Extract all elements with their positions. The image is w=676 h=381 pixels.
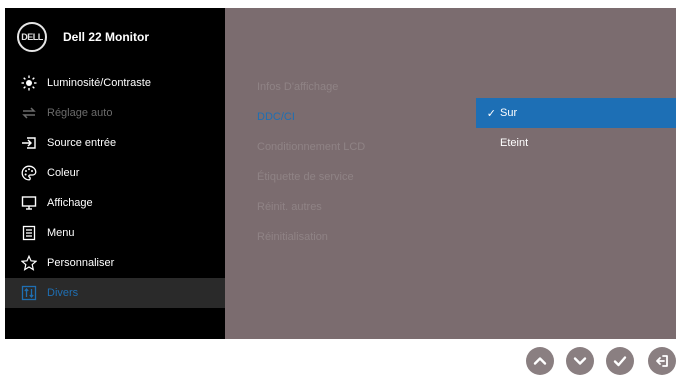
menu-item-label: Source entrée xyxy=(47,137,117,149)
others-icon xyxy=(11,285,47,301)
option-label: Sur xyxy=(500,107,518,119)
menu-item-label: Coleur xyxy=(47,167,80,179)
menu-item-menu[interactable]: Menu xyxy=(5,218,225,248)
menu-item-brightness-contrast[interactable]: Luminosité/Contraste xyxy=(5,68,225,98)
checkmark-icon: ✓ xyxy=(486,107,496,120)
control-buttons xyxy=(526,347,676,381)
option-off[interactable]: Eteint xyxy=(476,128,676,158)
menu-item-label: Menu xyxy=(47,227,75,239)
menu-icon xyxy=(11,225,47,241)
options-panel: ✓ Sur Eteint xyxy=(476,8,676,339)
chevron-up-icon xyxy=(533,357,547,365)
submenu-item-service-tag[interactable]: Étiquette de service xyxy=(257,162,365,192)
menu-item-auto-adjust: Réglage auto xyxy=(5,98,225,128)
down-button[interactable] xyxy=(566,347,594,375)
menu-item-others[interactable]: Divers xyxy=(5,278,225,308)
menu-item-color[interactable]: Coleur xyxy=(5,158,225,188)
menu-item-label: Luminosité/Contraste xyxy=(47,77,151,89)
ok-button[interactable] xyxy=(606,347,634,375)
main-menu: Luminosité/Contraste Réglage auto Source… xyxy=(5,68,225,308)
up-button[interactable] xyxy=(526,347,554,375)
monitor-title: Dell 22 Monitor xyxy=(63,30,150,44)
option-label: Eteint xyxy=(500,137,529,149)
star-icon xyxy=(11,255,47,271)
back-button[interactable] xyxy=(648,347,676,375)
input-source-icon xyxy=(11,135,47,151)
submenu-item-factory-reset[interactable]: Réinitialisation xyxy=(257,222,365,252)
back-icon xyxy=(656,355,668,367)
submenu-item-reset-other[interactable]: Réinit. autres xyxy=(257,192,365,222)
monitor-osd: DELL Dell 22 Monitor Luminosité/Contrast… xyxy=(5,8,676,339)
menu-item-label: Divers xyxy=(47,287,79,299)
dell-logo: DELL xyxy=(17,22,47,52)
chevron-down-icon xyxy=(573,357,587,365)
submenu: Infos D'affichage DDC/CI Conditionnement… xyxy=(257,72,365,252)
menu-item-label: Affichage xyxy=(47,197,93,209)
brightness-icon xyxy=(11,75,47,91)
menu-item-input-source[interactable]: Source entrée xyxy=(5,128,225,158)
menu-item-display[interactable]: Affichage xyxy=(5,188,225,218)
submenu-item-lcd-conditioning[interactable]: Conditionnement LCD xyxy=(257,132,365,162)
main-menu-panel: DELL Dell 22 Monitor Luminosité/Contrast… xyxy=(5,8,225,339)
menu-item-label: Personnaliser xyxy=(47,257,115,269)
auto-adjust-icon xyxy=(11,105,47,121)
menu-item-label: Réglage auto xyxy=(47,107,113,119)
option-on[interactable]: ✓ Sur xyxy=(476,98,676,128)
color-palette-icon xyxy=(11,165,47,181)
check-icon xyxy=(613,356,627,367)
submenu-item-display-info[interactable]: Infos D'affichage xyxy=(257,72,365,102)
submenu-item-ddc-ci[interactable]: DDC/CI xyxy=(257,102,365,132)
osd-header: DELL Dell 22 Monitor xyxy=(5,8,225,66)
menu-item-personalize[interactable]: Personnaliser xyxy=(5,248,225,278)
display-icon xyxy=(11,195,47,211)
